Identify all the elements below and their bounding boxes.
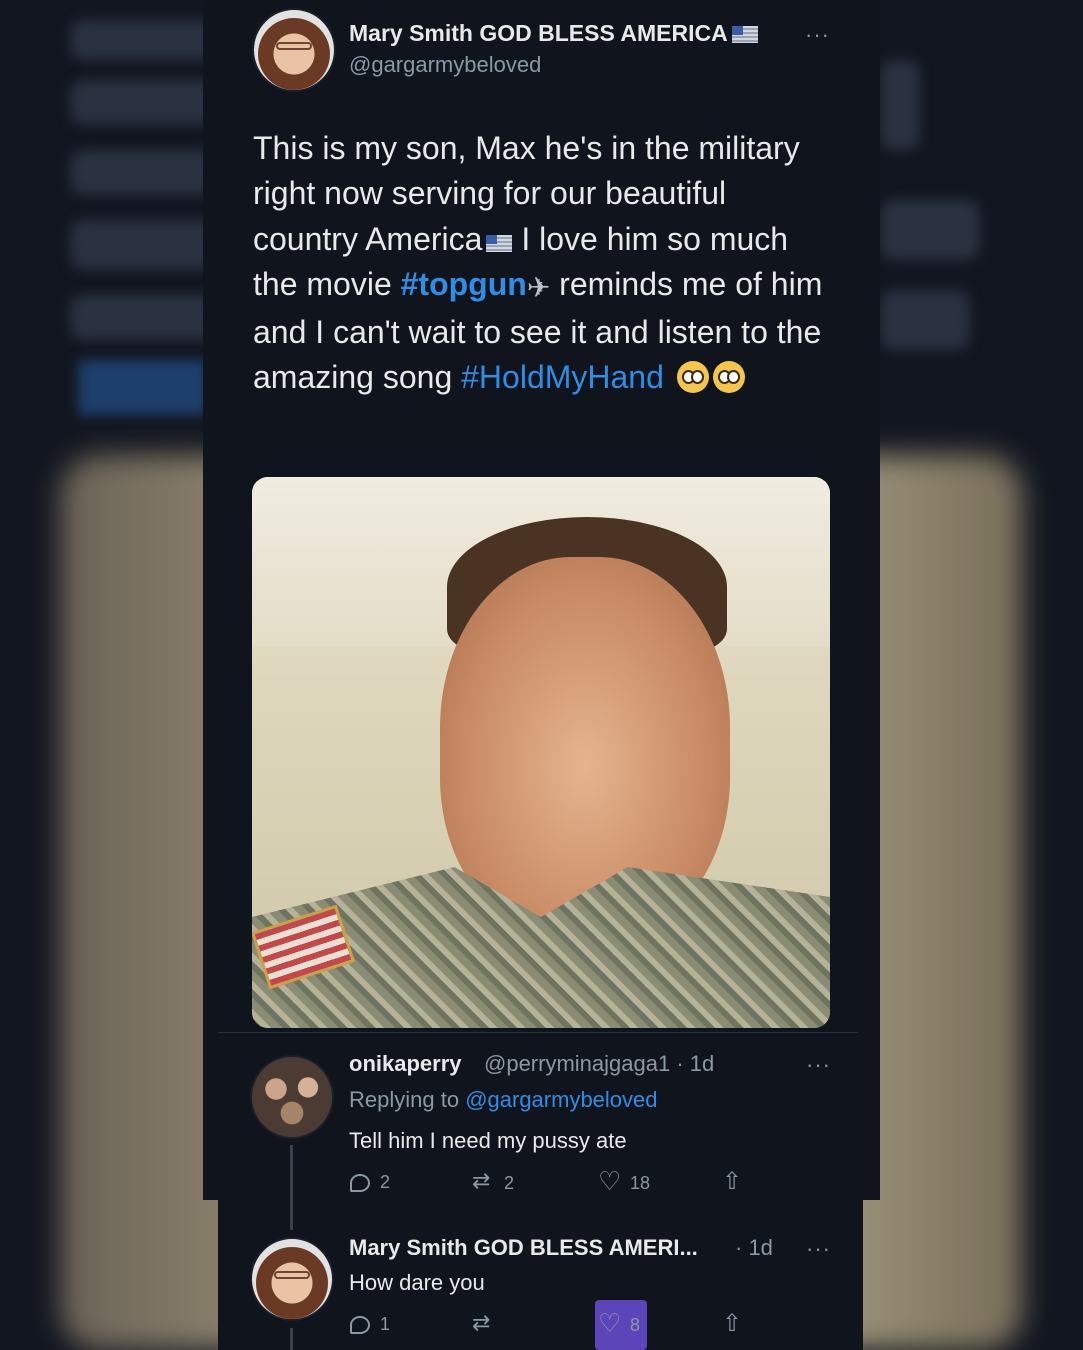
- retweet-icon: [472, 1168, 494, 1194]
- backdrop-shape: [70, 150, 220, 195]
- replying-to: Replying to @gargarmybeloved: [349, 1087, 658, 1113]
- backdrop-shape: [70, 295, 220, 340]
- us-flag-icon: [486, 234, 513, 252]
- hashtag-holdmyhand[interactable]: #HoldMyHand: [461, 359, 664, 395]
- reply-icon: [350, 1315, 370, 1334]
- replying-to-label: Replying to: [349, 1087, 466, 1112]
- avatar-glasses: [274, 1271, 310, 1279]
- more-options-icon[interactable]: ···: [806, 1052, 831, 1078]
- tweet-photo[interactable]: [252, 477, 830, 1028]
- backdrop-shape: [880, 200, 980, 260]
- reply-text: How dare you: [349, 1270, 485, 1295]
- retweet-button[interactable]: [472, 1310, 504, 1336]
- share-button[interactable]: [722, 1309, 744, 1338]
- backdrop-shape: [78, 360, 208, 415]
- replying-to-mention[interactable]: @gargarmybeloved: [465, 1087, 657, 1112]
- heart-icon: [598, 1166, 621, 1197]
- reply-avatar[interactable]: [250, 1055, 334, 1139]
- backdrop-shape: [880, 60, 920, 150]
- reply-author-name[interactable]: onikaperry: [349, 1051, 462, 1077]
- reply-text: Tell him I need my pussy ate: [349, 1128, 627, 1153]
- retweet-icon: [472, 1310, 494, 1336]
- more-options-icon[interactable]: ···: [806, 1236, 831, 1262]
- heart-icon: [598, 1308, 621, 1339]
- pleading-face-icon: [712, 361, 745, 394]
- us-flag-icon: [731, 26, 758, 43]
- reply-avatar[interactable]: [250, 1237, 334, 1321]
- share-button[interactable]: [722, 1167, 744, 1196]
- avatar-glasses: [276, 42, 312, 50]
- reply-count: 2: [380, 1172, 391, 1192]
- divider: [218, 1032, 858, 1033]
- retweet-button[interactable]: 2: [472, 1168, 515, 1194]
- more-options-icon[interactable]: ···: [805, 22, 830, 48]
- reply-button[interactable]: 2: [350, 1172, 390, 1193]
- like-count: 8: [630, 1314, 641, 1335]
- author-avatar[interactable]: [252, 8, 336, 92]
- backdrop-shape: [70, 80, 220, 125]
- author-name-text: Mary Smith GOD BLESS AMERICA: [349, 20, 728, 46]
- share-icon: [722, 1167, 744, 1196]
- retweet-count: 2: [504, 1172, 515, 1193]
- reply-author-meta: · 1d: [735, 1235, 773, 1260]
- reply-button[interactable]: 1: [350, 1314, 390, 1335]
- hashtag-topgun[interactable]: #topgun: [401, 266, 527, 302]
- like-count: 18: [630, 1172, 651, 1193]
- thread-line: [290, 1328, 293, 1350]
- author-name[interactable]: Mary Smith GOD BLESS AMERICA: [349, 20, 758, 47]
- author-handle[interactable]: @gargarmybeloved: [349, 52, 541, 78]
- thread-line: [290, 1145, 293, 1230]
- pleading-face-icon: [676, 361, 709, 394]
- share-icon: [722, 1309, 744, 1338]
- reply-author-name[interactable]: Mary Smith GOD BLESS AMERI...: [349, 1235, 698, 1261]
- tweet-text: This is my son, Max he's in the military…: [253, 126, 833, 401]
- reply-icon: [350, 1173, 370, 1192]
- backdrop-shape: [880, 290, 970, 350]
- reply-author-meta: @perryminajgaga1 · 1d: [484, 1051, 715, 1076]
- like-button[interactable]: 8: [598, 1308, 641, 1339]
- airplane-icon: ✈: [526, 271, 551, 303]
- reply-count: 1: [380, 1314, 391, 1334]
- like-button[interactable]: 18: [598, 1166, 651, 1197]
